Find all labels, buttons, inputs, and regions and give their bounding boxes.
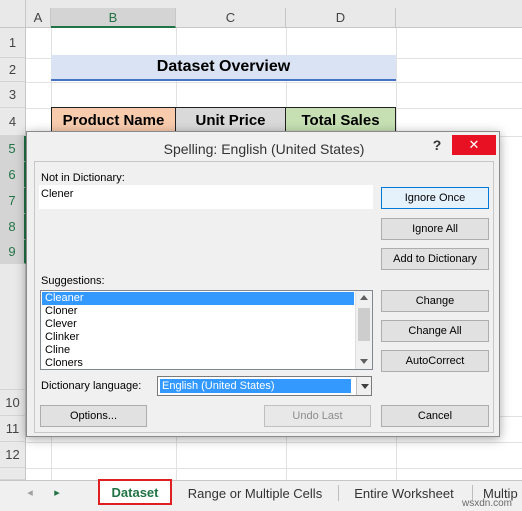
row-header-5[interactable]: 5	[0, 136, 26, 162]
suggestion-item[interactable]: Cloners	[42, 357, 354, 370]
autocorrect-button[interactable]: AutoCorrect	[381, 350, 489, 372]
options-button[interactable]: Options...	[40, 405, 147, 427]
chevron-down-glyph	[361, 384, 369, 389]
close-button[interactable]: ✕	[452, 135, 496, 155]
select-all-corner[interactable]	[0, 0, 26, 28]
tab-dataset[interactable]: Dataset	[98, 479, 172, 505]
header-unit-price[interactable]: Unit Price	[175, 107, 286, 133]
dataset-title-cell[interactable]: Dataset Overview	[51, 55, 396, 81]
row-header-2[interactable]: 2	[0, 58, 26, 82]
change-all-button[interactable]: Change All	[381, 320, 489, 342]
column-header-b[interactable]: B	[51, 8, 176, 28]
row-header-6[interactable]: 6	[0, 162, 26, 188]
dictionary-language-value: English (United States)	[160, 379, 351, 393]
suggestions-label: Suggestions:	[41, 275, 105, 287]
cancel-button[interactable]: Cancel	[381, 405, 489, 427]
spelling-dialog: Spelling: English (United States) ? ✕ No…	[26, 131, 500, 437]
suggestion-item[interactable]: Cline	[42, 344, 354, 357]
header-product-name[interactable]: Product Name	[51, 107, 176, 133]
suggestions-list[interactable]: Cleaner Cloner Clever Clinker Cline Clon…	[40, 290, 373, 370]
gridline	[26, 82, 522, 83]
row-header-gap	[0, 264, 26, 390]
suggestions-scrollbar[interactable]	[355, 291, 372, 369]
tab-separator	[338, 485, 339, 501]
gridline	[26, 468, 522, 469]
not-in-dictionary-label: Not in Dictionary:	[41, 172, 125, 184]
row-header-9[interactable]: 9	[0, 240, 26, 264]
top-strip	[26, 0, 522, 8]
dictionary-language-label: Dictionary language:	[41, 380, 142, 392]
suggestion-item[interactable]: Cleaner	[42, 292, 354, 305]
row-header-3[interactable]: 3	[0, 82, 26, 108]
row-header-4[interactable]: 4	[0, 108, 26, 136]
scroll-down-arrow-icon[interactable]	[360, 359, 368, 364]
scroll-up-arrow-icon[interactable]	[360, 295, 368, 300]
suggestion-item[interactable]: Clinker	[42, 331, 354, 344]
change-button[interactable]: Change	[381, 290, 489, 312]
row-header-11[interactable]: 11	[0, 416, 26, 442]
row-header-1[interactable]: 1	[0, 28, 26, 58]
help-button[interactable]: ?	[429, 137, 445, 155]
column-header-filler	[396, 8, 522, 28]
scroll-thumb[interactable]	[358, 308, 370, 341]
suggestion-item[interactable]: Cloner	[42, 305, 354, 318]
gridline	[26, 442, 522, 443]
row-header-10[interactable]: 10	[0, 390, 26, 416]
ignore-once-button[interactable]: Ignore Once	[381, 187, 489, 209]
tab-scroll-right-icon[interactable]: ▸	[50, 486, 64, 502]
tab-scroll-left-icon[interactable]: ◂	[23, 486, 37, 502]
tab-entire-worksheet[interactable]: Entire Worksheet	[344, 482, 464, 504]
column-header-c[interactable]: C	[176, 8, 286, 28]
dictionary-language-select[interactable]: English (United States)	[157, 376, 372, 396]
row-header-8[interactable]: 8	[0, 214, 26, 240]
ignore-all-button[interactable]: Ignore All	[381, 218, 489, 240]
column-header-a[interactable]: A	[26, 8, 51, 28]
not-in-dictionary-field[interactable]: Clener	[39, 185, 373, 209]
suggestion-item[interactable]: Clever	[42, 318, 354, 331]
row-header-7[interactable]: 7	[0, 188, 26, 214]
tab-range-or-multiple-cells[interactable]: Range or Multiple Cells	[176, 482, 334, 504]
header-total-sales[interactable]: Total Sales	[285, 107, 396, 133]
watermark: wsxdn.com	[462, 498, 513, 509]
add-to-dictionary-button[interactable]: Add to Dictionary	[381, 248, 489, 270]
row-header-13	[0, 468, 26, 480]
chevron-down-icon[interactable]	[356, 377, 371, 395]
undo-last-button[interactable]: Undo Last	[264, 405, 371, 427]
row-header-12[interactable]: 12	[0, 442, 26, 468]
column-header-d[interactable]: D	[286, 8, 396, 28]
